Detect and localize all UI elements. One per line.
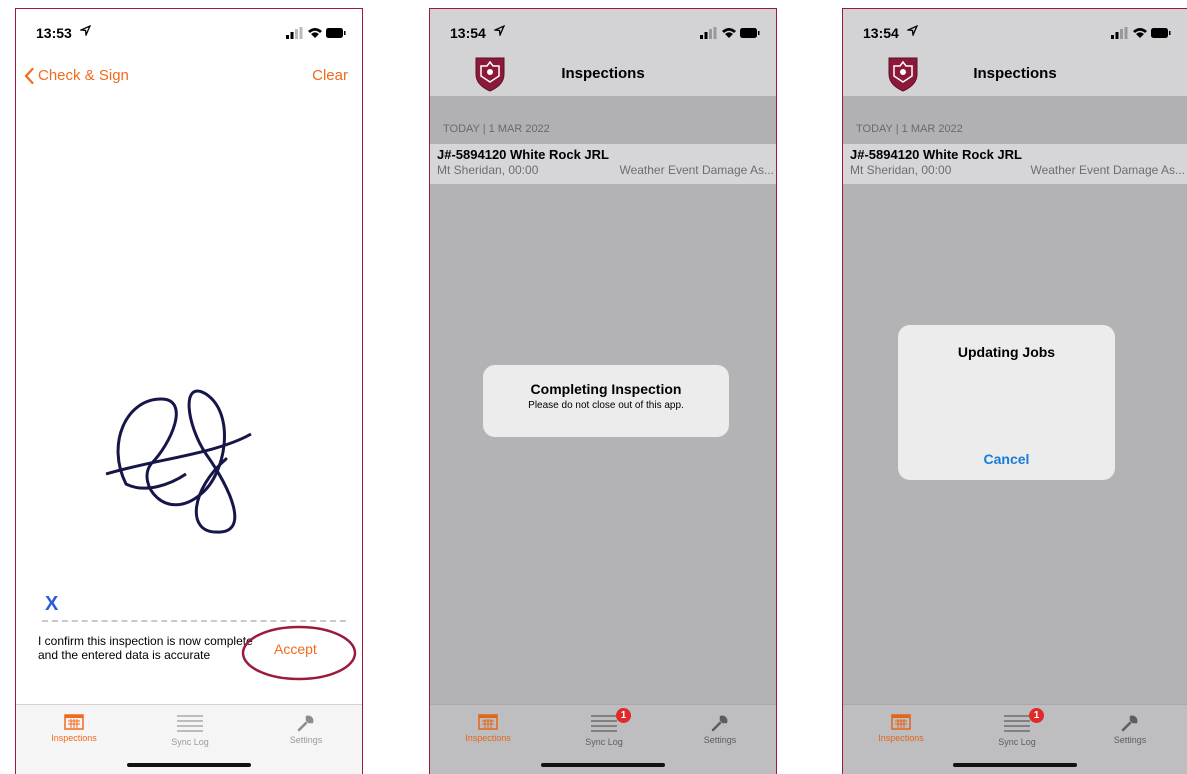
nav-bar: Inspections — [430, 53, 776, 96]
alert-title: Completing Inspection — [530, 381, 682, 397]
status-icons — [1111, 27, 1171, 39]
tab-settings[interactable]: Settings — [662, 705, 776, 755]
tab-label: Settings — [703, 735, 737, 745]
nav-bar: Inspections — [843, 53, 1187, 96]
status-time: 13:54 — [863, 25, 899, 41]
nav-bar: Check & Sign Clear — [16, 53, 362, 97]
updating-screen: 13:54 Inspections TODAY | 1 MAR 2022 J#-… — [842, 8, 1187, 774]
section-date: TODAY | 1 MAR 2022 — [856, 123, 963, 135]
dimmed-overlay — [430, 184, 776, 704]
job-location: Mt Sheridan, 00:00 — [850, 163, 952, 177]
calendar-icon — [478, 714, 498, 730]
section-date: TODAY | 1 MAR 2022 — [443, 123, 550, 135]
clear-button[interactable]: Clear — [312, 67, 348, 84]
tab-inspections[interactable]: Inspections — [430, 705, 546, 755]
home-indicator — [953, 763, 1077, 767]
tab-settings[interactable]: Settings — [1072, 705, 1187, 755]
section-header: TODAY | 1 MAR 2022 — [843, 96, 1187, 144]
job-type: Weather Event Damage As... — [619, 163, 774, 177]
signature-x-mark: X — [45, 593, 59, 615]
status-icons — [286, 27, 346, 39]
job-title: J#-5894120 White Rock JRL — [850, 147, 1022, 162]
updating-alert: Updating Jobs Cancel — [898, 325, 1115, 480]
tab-label: Settings — [289, 735, 323, 745]
job-location: Mt Sheridan, 00:00 — [437, 163, 539, 177]
job-type: Weather Event Damage As... — [1030, 163, 1185, 177]
tab-label: Sync Log — [585, 737, 623, 747]
tab-label: Inspections — [51, 733, 97, 743]
tab-label: Sync Log — [998, 737, 1036, 747]
status-icons — [700, 27, 760, 39]
tab-inspections[interactable]: Inspections — [843, 705, 959, 755]
signature-drawing[interactable] — [96, 374, 276, 554]
status-bar: 13:53 — [16, 9, 362, 53]
list-icon — [591, 715, 617, 732]
tab-sync-log[interactable]: 1 Sync Log — [546, 705, 662, 755]
tab-sync-log[interactable]: Sync Log — [132, 705, 248, 755]
section-header: TODAY | 1 MAR 2022 — [430, 96, 776, 144]
sync-badge: 1 — [616, 708, 631, 723]
confirmation-text: I confirm this inspection is now complet… — [38, 634, 253, 662]
wrench-icon — [297, 715, 314, 732]
alert-message: Please do not close out of this app. — [528, 400, 684, 411]
wrench-icon — [711, 715, 728, 732]
list-item[interactable]: J#-5894120 White Rock JRL Mt Sheridan, 0… — [430, 144, 776, 184]
list-item[interactable]: J#-5894120 White Rock JRL Mt Sheridan, 0… — [843, 144, 1187, 184]
wrench-icon — [1121, 715, 1138, 732]
location-arrow-icon — [80, 25, 91, 36]
check-sign-screen: 13:53 Check & Sign Clear X I confirm thi… — [15, 8, 363, 774]
status-time: 13:54 — [450, 25, 486, 41]
tab-settings[interactable]: Settings — [248, 705, 362, 755]
page-title: Inspections — [561, 65, 645, 82]
tab-label: Settings — [1113, 735, 1147, 745]
signature-line — [42, 620, 346, 622]
alert-title: Updating Jobs — [957, 344, 1056, 360]
tab-label: Inspections — [878, 733, 924, 743]
page-title: Inspections — [973, 65, 1057, 82]
job-title: J#-5894120 White Rock JRL — [437, 147, 609, 162]
list-icon — [177, 715, 203, 732]
back-label: Check & Sign — [38, 67, 129, 84]
chevron-left-icon — [24, 67, 34, 84]
tab-label: Sync Log — [171, 737, 209, 747]
list-icon — [1004, 715, 1030, 732]
cancel-button[interactable]: Cancel — [898, 451, 1115, 467]
sync-badge: 1 — [1029, 708, 1044, 723]
location-arrow-icon — [494, 25, 505, 36]
status-bar: 13:54 — [430, 9, 776, 53]
back-button[interactable]: Check & Sign — [16, 67, 129, 84]
progress-alert: Completing Inspection Please do not clos… — [483, 365, 729, 437]
tab-label: Inspections — [465, 733, 511, 743]
calendar-icon — [891, 714, 911, 730]
home-indicator — [127, 763, 251, 767]
tab-inspections[interactable]: Inspections — [16, 705, 132, 755]
accept-button[interactable]: Accept — [274, 641, 317, 657]
status-time: 13:53 — [36, 25, 72, 41]
tab-sync-log[interactable]: 1 Sync Log — [959, 705, 1075, 755]
location-arrow-icon — [907, 25, 918, 36]
home-indicator — [541, 763, 665, 767]
status-bar: 13:54 — [843, 9, 1187, 53]
completing-screen: 13:54 Inspections TODAY | 1 MAR 2022 J#-… — [429, 8, 777, 774]
calendar-icon — [64, 714, 84, 730]
